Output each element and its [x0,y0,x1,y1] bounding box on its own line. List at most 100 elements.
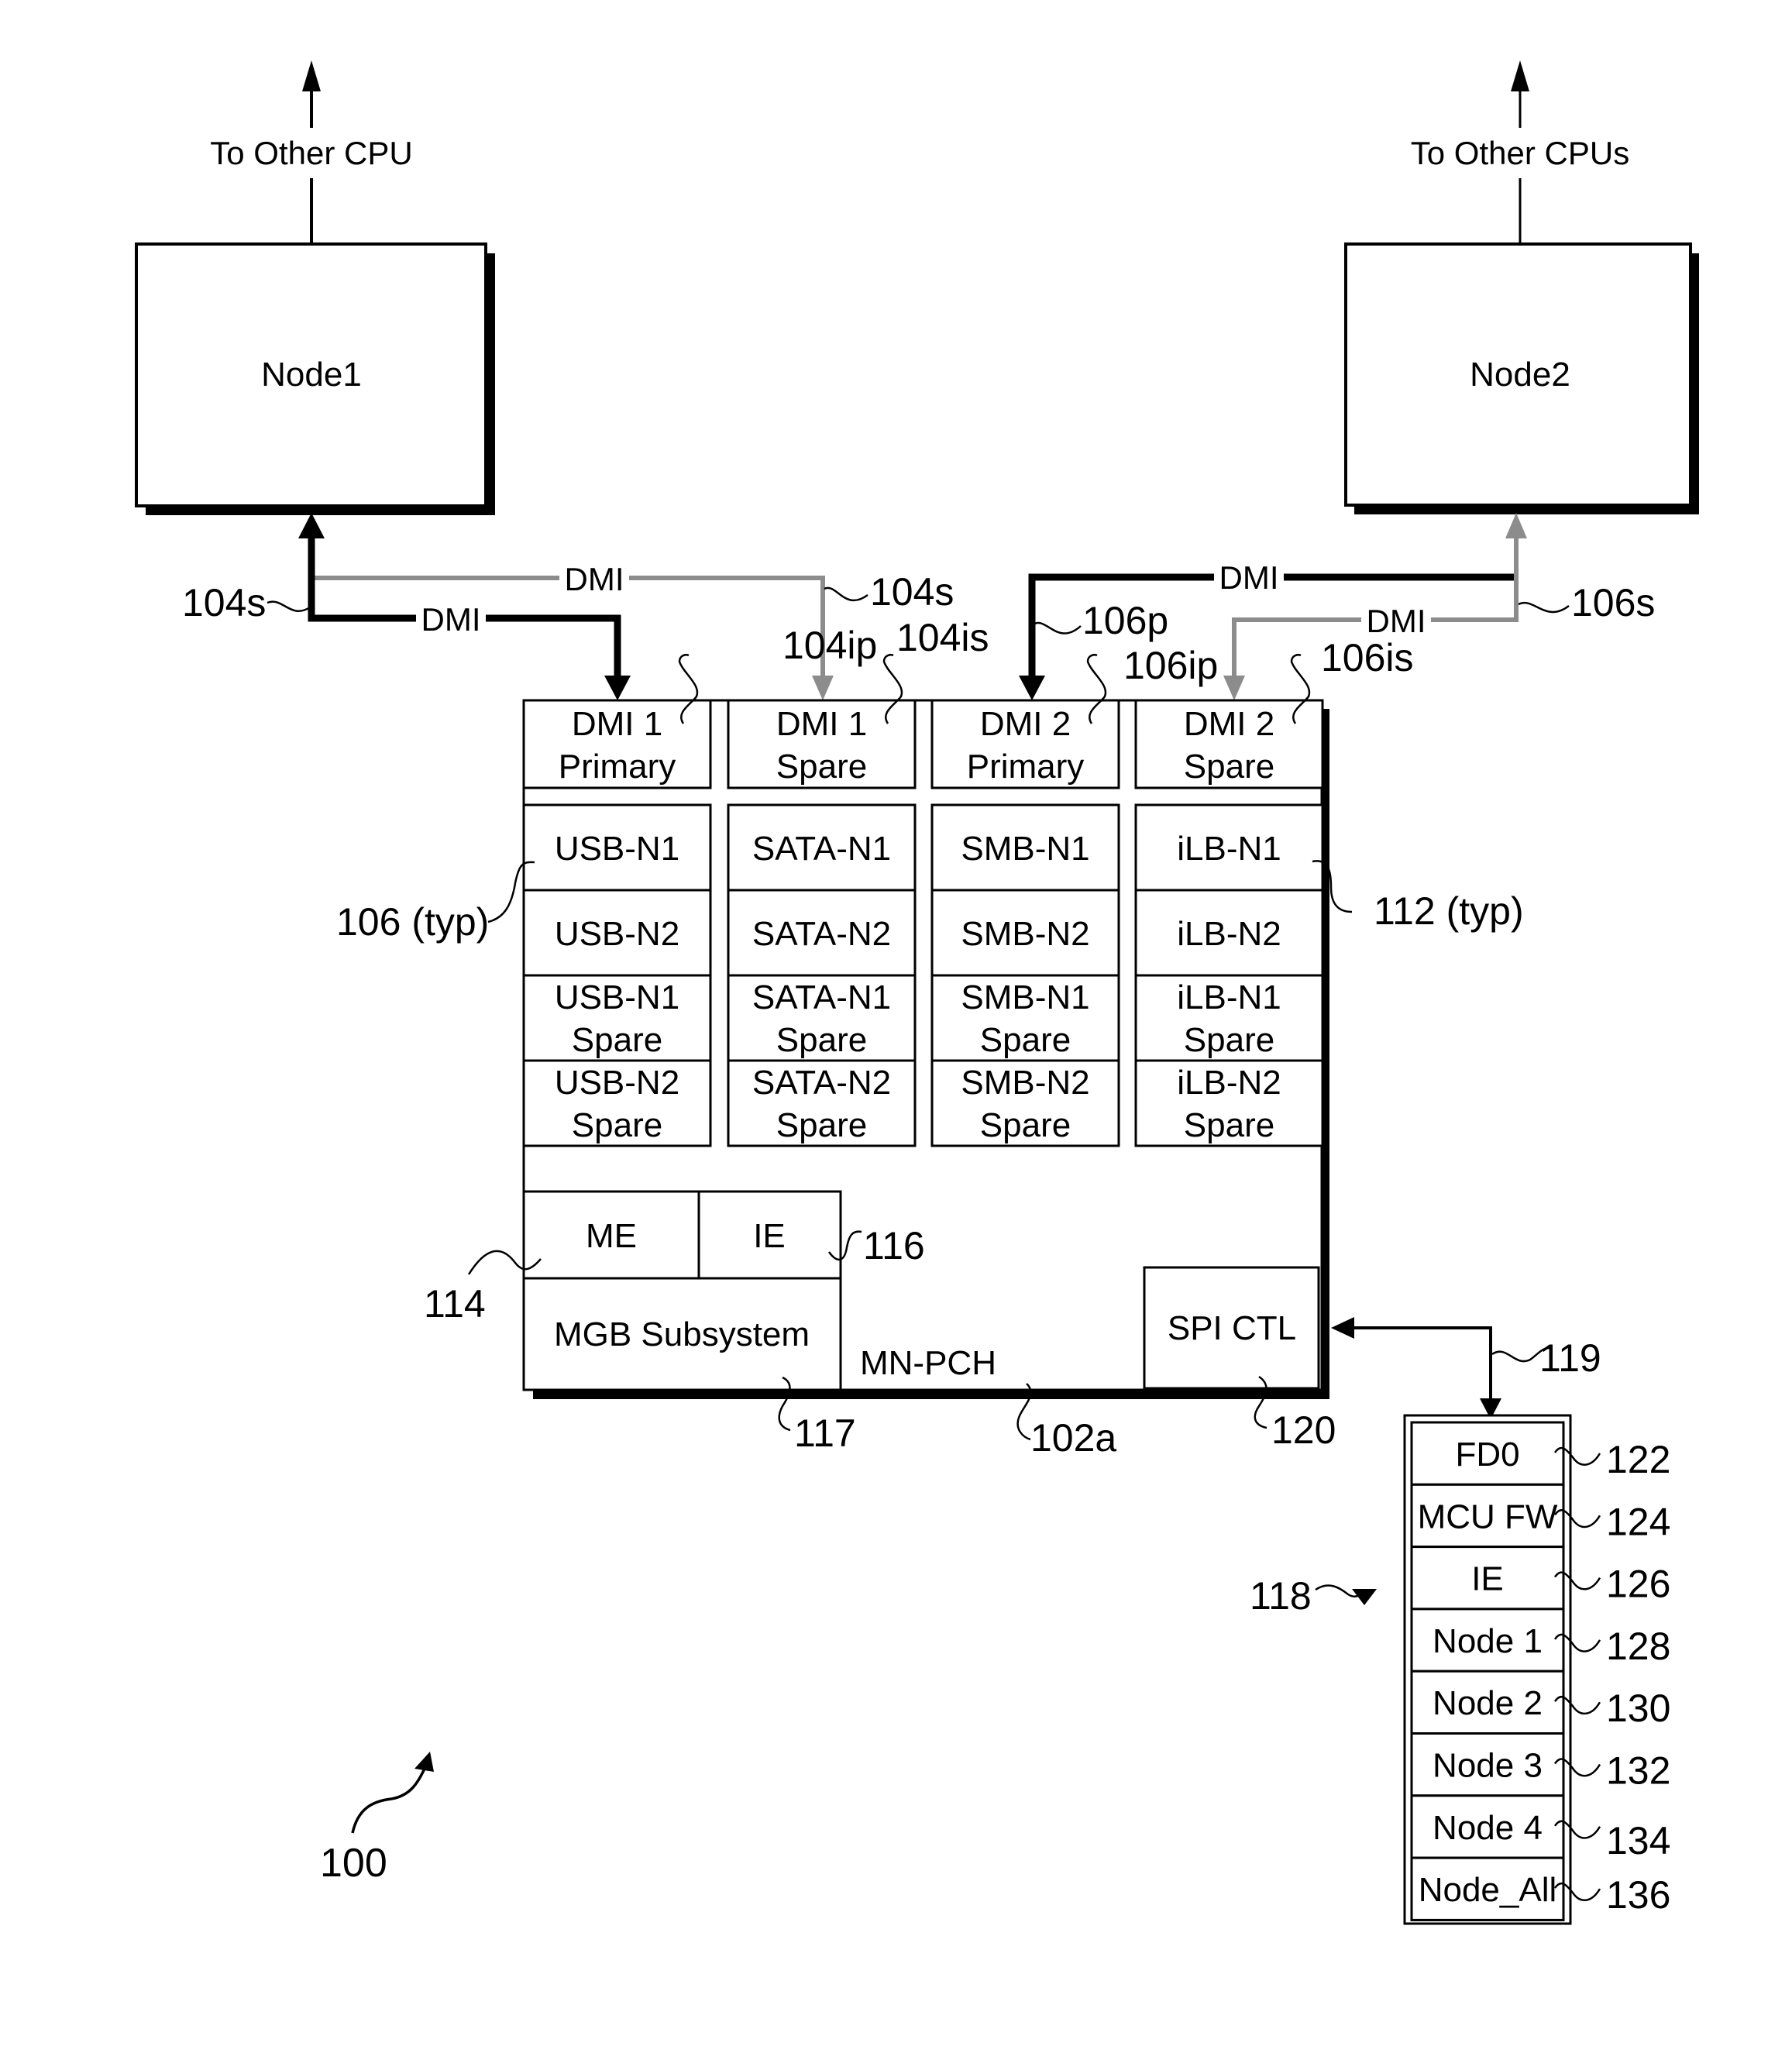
flash-region-ref: 132 [1606,1749,1670,1793]
flash-region-ref: 124 [1606,1500,1670,1543]
peripheral-cell-label: USB-N1 [555,830,679,868]
ref-116: 116 [863,1224,925,1267]
spi-link: 119 [1331,1317,1601,1419]
flash-region-label: Node 1 [1433,1622,1543,1660]
flash-region-label: FD0 [1455,1436,1519,1474]
peripheral-cell-label: SATA-N2 [752,915,891,953]
spi-ctl-label: SPI CTL [1168,1309,1296,1347]
ref-112-typ: 112 (typ) [1374,889,1524,933]
figure-ref-arrow-icon [414,1752,434,1772]
node2-uplink-label: To Other CPUs [1411,135,1629,171]
ref-106-typ: 106 (typ) [336,900,489,944]
peripheral-cell-sublabel: Spare [572,1106,662,1144]
dmi-port-name: DMI 2 [1184,705,1274,743]
mgb-subsystem-label: MGB Subsystem [554,1315,810,1353]
node2-label: Node2 [1470,356,1570,394]
ref-106p: 106p [1082,599,1168,642]
leader [1033,621,1082,634]
peripheral-cell-sublabel: Spare [572,1021,662,1059]
flash-region-ref: 128 [1606,1625,1670,1668]
leader [267,600,311,612]
peripheral-cell-label: SMB-N1 [961,978,1089,1016]
ref-117: 117 [794,1412,856,1455]
dmi-port-ref: 104is [896,616,989,659]
ref-119: 119 [1539,1336,1601,1380]
node1-uplink-arrow-icon [302,60,321,91]
flash-region-ref: 130 [1606,1687,1670,1730]
peripheral-cell-label: iLB-N2 [1177,1064,1281,1102]
peripheral-cell-sublabel: Spare [1184,1106,1274,1144]
peripheral-cell-label: iLB-N1 [1177,830,1281,868]
flash-region-label: Node_All [1419,1871,1557,1909]
dmi1-primary-arrow-icon [604,676,631,700]
system-block-diagram: Node1 To Other CPU Node2 To Other CPUs D… [135,60,1699,1925]
dmi-port-role: Primary [967,748,1085,786]
peripheral-cell-label: SATA-N1 [752,978,891,1016]
figure-ref-label: 100 [320,1841,387,1886]
ref-120: 120 [1271,1408,1336,1452]
spi-link-line [1352,1326,1492,1406]
dmi-port-role: Primary [559,748,676,786]
flash-region-label: MCU FW [1418,1498,1558,1535]
peripheral-cell-label: SATA-N1 [752,830,891,868]
peripheral-cell-label: iLB-N1 [1177,978,1281,1016]
dmi-port-name: DMI 1 [572,705,662,743]
pch-label: MN-PCH [860,1344,996,1382]
spi-link-arrow-left-icon [1331,1317,1354,1339]
flash-device: FD0 122MCU FW 124IE 126Node 1 128Node 2 130No… [1250,1414,1670,1925]
flash-region-ref: 134 [1606,1819,1670,1862]
node1-dmi-links: DMI DMI 104s 104s [182,513,954,700]
flash-region: Node 1 128 [1410,1608,1670,1673]
dmi-port-ref: 106is [1321,636,1414,679]
dmi1-spare-link-label: DMI [565,561,624,597]
dmi1-spare-arrow-icon [812,676,834,700]
ref-104s-left: 104s [182,581,266,624]
flash-region: Node 3 132 [1410,1732,1670,1797]
figure-reference: 100 [320,1752,434,1886]
dmi-port-role: Spare [1184,748,1274,786]
dmi-port-role: Spare [776,748,867,786]
flash-region-ref: 136 [1606,1873,1670,1917]
node2-uplink-arrow-icon [1511,60,1529,91]
peripheral-column-4: iLB-N1 iLB-N2 iLB-N1 Spare iLB-N2 Spare [1134,803,1324,1147]
peripheral-cell-label: SMB-N1 [961,830,1089,868]
dmi-port-ref: 104ip [782,624,877,667]
peripheral-cell-sublabel: Spare [1184,1021,1274,1059]
peripheral-cell-label: SMB-N2 [961,915,1089,953]
dmi-port-ref: 106ip [1123,644,1218,687]
flash-region-list: FD0 122MCU FW 124IE 126Node 1 128Node 2 130No… [1410,1421,1670,1921]
peripheral-column-1: USB-N1 USB-N2 USB-N1 Spare USB-N2 Spare [522,803,712,1147]
peripheral-cell-sublabel: Spare [980,1021,1071,1059]
flash-region: Node 2 130 [1410,1670,1670,1735]
peripheral-cell-sublabel: Spare [776,1021,867,1059]
peripheral-cell-sublabel: Spare [776,1106,867,1144]
node1: Node1 To Other CPU [135,60,495,515]
flash-region-label: IE [1471,1560,1504,1598]
node1-label: Node1 [261,356,362,394]
dmi2-primary-arrow-icon [1019,676,1045,700]
flash-region: MCU FW 124 [1410,1483,1670,1549]
peripheral-cell-label: USB-N2 [555,1064,679,1102]
leader [1518,601,1570,614]
node1-dmi-arrow-icon [298,513,325,538]
node1-uplink-label: To Other CPU [210,135,412,171]
flash-region-ref: 126 [1606,1563,1670,1606]
peripheral-cell-label: iLB-N2 [1177,915,1281,953]
peripheral-cell-label: SMB-N2 [961,1064,1089,1102]
node2: Node2 To Other CPUs [1344,60,1699,514]
peripheral-column-3: SMB-N1 SMB-N2 SMB-N1 Spare SMB-N2 Spare [930,803,1120,1147]
dmi-port-name: DMI 2 [980,705,1071,743]
dmi2-primary-link-label: DMI [1219,559,1279,596]
flash-region-label: Node 3 [1433,1747,1543,1785]
flash-region: Node 4 134 [1410,1794,1670,1862]
ie-label: IE [753,1217,786,1255]
flash-region-label: Node 4 [1433,1809,1543,1847]
peripheral-cell-sublabel: Spare [980,1106,1071,1144]
flash-region: Node_All 136 [1410,1856,1670,1921]
ref-106s: 106s [1571,581,1655,624]
ref-118: 118 [1250,1574,1312,1618]
dmi-port-row: DMI 1 Primary 104ip DMI 1 Spare 104is DMI 2 Pri… [522,616,1414,789]
flash-region: IE 126 [1410,1546,1670,1611]
flash-region: FD0 122 [1410,1421,1670,1486]
node2-dmi-arrow-icon [1505,513,1527,538]
